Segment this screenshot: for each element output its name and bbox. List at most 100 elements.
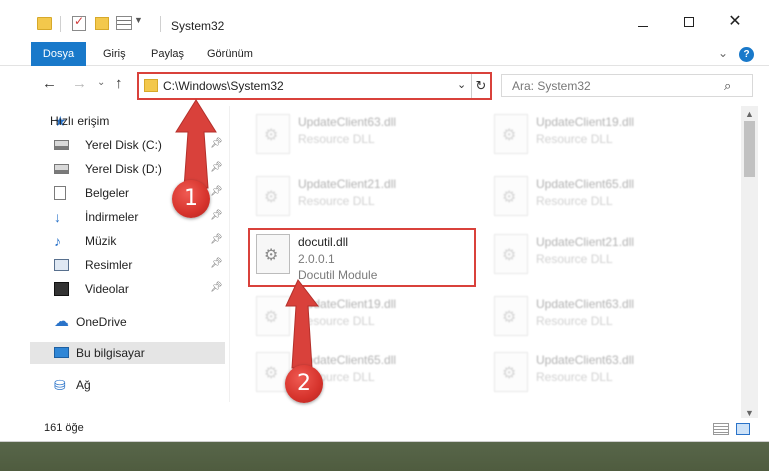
sidebar-item-label: Müzik: [85, 234, 117, 248]
pin-icon[interactable]: 📌︎: [210, 282, 223, 293]
cloud-icon: ☁: [54, 313, 69, 330]
file-item[interactable]: UpdateClient21.dll Resource DLL: [230, 172, 460, 230]
file-item[interactable]: UpdateClient65.dll Resource DLL: [468, 172, 698, 230]
up-arrow-icon[interactable]: ↑: [115, 75, 123, 92]
file-description: Resource DLL: [298, 132, 375, 146]
folder-icon[interactable]: [37, 17, 52, 30]
properties-check-icon[interactable]: [72, 14, 86, 31]
file-item[interactable]: UpdateClient65.dll Resource DLL: [230, 348, 460, 406]
navigation-bar: ← → ⌄ ↑ C:\Windows\System32 ⌄ ↻ Ara: Sys…: [0, 68, 769, 104]
status-bar: 161 öğe: [0, 418, 769, 440]
step-2-badge: 2: [285, 365, 323, 403]
sidebar-item-onedrive[interactable]: ☁ OneDrive: [30, 311, 225, 333]
sidebar-item-label: OneDrive: [76, 315, 127, 329]
file-name: UpdateClient21.dll: [298, 177, 397, 191]
file-description: Resource DLL: [536, 370, 613, 384]
pin-icon[interactable]: 📌︎: [210, 210, 223, 221]
sidebar-item-label: Hızlı erişim: [50, 114, 110, 128]
file-description: Resource DLL: [536, 252, 613, 266]
search-input[interactable]: Ara: System32 ⌕: [501, 74, 753, 97]
pin-icon[interactable]: 📌︎: [210, 258, 223, 269]
recent-locations-icon[interactable]: ⌄: [97, 77, 105, 88]
help-icon[interactable]: ?: [739, 47, 754, 62]
sidebar-item-label: Resimler: [85, 258, 133, 272]
sidebar-item-label: Ağ: [76, 378, 91, 392]
video-icon: [54, 282, 69, 296]
search-placeholder: Ara: System32: [512, 79, 591, 93]
toolbar-separator: [60, 16, 61, 32]
close-button[interactable]: ✕: [720, 10, 750, 34]
sidebar-item-network[interactable]: ⛁ Ağ: [30, 374, 225, 396]
dll-file-icon: [494, 114, 528, 154]
search-icon[interactable]: ⌕: [724, 78, 731, 94]
title-bar: ▼ System32 ✕: [0, 0, 769, 40]
pictures-icon: [54, 259, 69, 271]
tab-file[interactable]: Dosya: [31, 42, 86, 66]
dll-file-icon: [494, 234, 528, 274]
file-name: UpdateClient63.dll: [536, 353, 635, 367]
dll-file-icon: [256, 114, 290, 154]
customize-toolbar-icon[interactable]: [116, 16, 132, 30]
pin-icon[interactable]: 📌︎: [210, 234, 223, 245]
dll-file-icon: [256, 176, 290, 216]
file-description: Resource DLL: [298, 194, 375, 208]
sidebar-item-label: Yerel Disk (D:): [85, 162, 162, 176]
forward-arrow-icon[interactable]: →: [72, 75, 87, 92]
window-title: System32: [171, 19, 225, 33]
document-icon: [54, 186, 66, 200]
maximize-button[interactable]: [674, 10, 704, 34]
download-icon: ↓: [54, 209, 61, 225]
ribbon-expand-icon[interactable]: ⌄: [718, 46, 728, 60]
minimize-button[interactable]: [628, 10, 658, 34]
file-name: UpdateClient63.dll: [298, 115, 397, 129]
file-item[interactable]: UpdateClient21.dll Resource DLL: [468, 230, 698, 288]
tab-view[interactable]: Görünüm: [207, 42, 253, 66]
maximize-icon: [684, 17, 694, 27]
sidebar-item-label: Belgeler: [85, 186, 130, 200]
sidebar-item-label: Yerel Disk (C:): [85, 138, 162, 152]
file-description: Resource DLL: [536, 132, 613, 146]
refresh-icon[interactable]: ↻: [471, 74, 490, 98]
disk-icon: [54, 140, 69, 150]
sidebar-item-pictures[interactable]: Resimler 📌︎: [30, 254, 225, 276]
dll-file-icon: [494, 296, 528, 336]
file-name: UpdateClient63.dll: [536, 297, 635, 311]
dll-file-icon: [494, 176, 528, 216]
ribbon-tabs: Dosya Giriş Paylaş Görünüm ⌄ ?: [0, 42, 769, 66]
music-icon: ♪: [54, 233, 61, 249]
file-item[interactable]: UpdateClient19.dll Resource DLL: [230, 292, 460, 350]
sidebar-item-music[interactable]: ♪ Müzik 📌︎: [30, 230, 225, 252]
sidebar-item-videos[interactable]: Videolar 📌︎: [30, 278, 225, 300]
explorer-window: ▼ System32 ✕ Dosya Giriş Paylaş Görünüm …: [0, 0, 769, 442]
large-icons-view-icon[interactable]: [736, 423, 750, 435]
file-name: UpdateClient65.dll: [536, 177, 635, 191]
tab-home[interactable]: Giriş: [103, 42, 126, 66]
address-path[interactable]: C:\Windows\System32: [163, 79, 284, 93]
folder-icon: [144, 79, 158, 92]
disk-icon: [54, 164, 69, 174]
address-dropdown-icon[interactable]: ⌄: [457, 78, 466, 91]
computer-icon: [54, 347, 69, 358]
file-name: UpdateClient19.dll: [536, 115, 635, 129]
annotation-arrow-2: [285, 279, 320, 369]
file-item[interactable]: UpdateClient63.dll Resource DLL: [468, 292, 698, 350]
scrollbar-thumb[interactable]: [744, 121, 755, 177]
sidebar-item-label: Bu bilgisayar: [76, 346, 145, 360]
toolbar-separator: [160, 16, 161, 32]
file-item[interactable]: UpdateClient63.dll Resource DLL: [230, 110, 460, 168]
item-count: 161 öğe: [44, 422, 84, 434]
back-arrow-icon[interactable]: ←: [42, 75, 57, 92]
tab-share[interactable]: Paylaş: [151, 42, 184, 66]
chevron-down-icon[interactable]: ▼: [134, 15, 143, 31]
dll-file-icon: [494, 352, 528, 392]
file-item[interactable]: UpdateClient19.dll Resource DLL: [468, 110, 698, 168]
sidebar-item-this-pc[interactable]: Bu bilgisayar: [30, 342, 225, 364]
details-view-icon[interactable]: [713, 423, 729, 435]
file-description: Resource DLL: [536, 314, 613, 328]
new-folder-icon[interactable]: [95, 17, 109, 30]
step-1-badge: 1: [172, 180, 210, 218]
sidebar-item-label: İndirmeler: [85, 210, 139, 224]
network-icon: ⛁: [54, 377, 66, 393]
file-item[interactable]: UpdateClient63.dll Resource DLL: [468, 348, 698, 406]
vertical-scrollbar[interactable]: ▲ ▼: [741, 106, 758, 422]
